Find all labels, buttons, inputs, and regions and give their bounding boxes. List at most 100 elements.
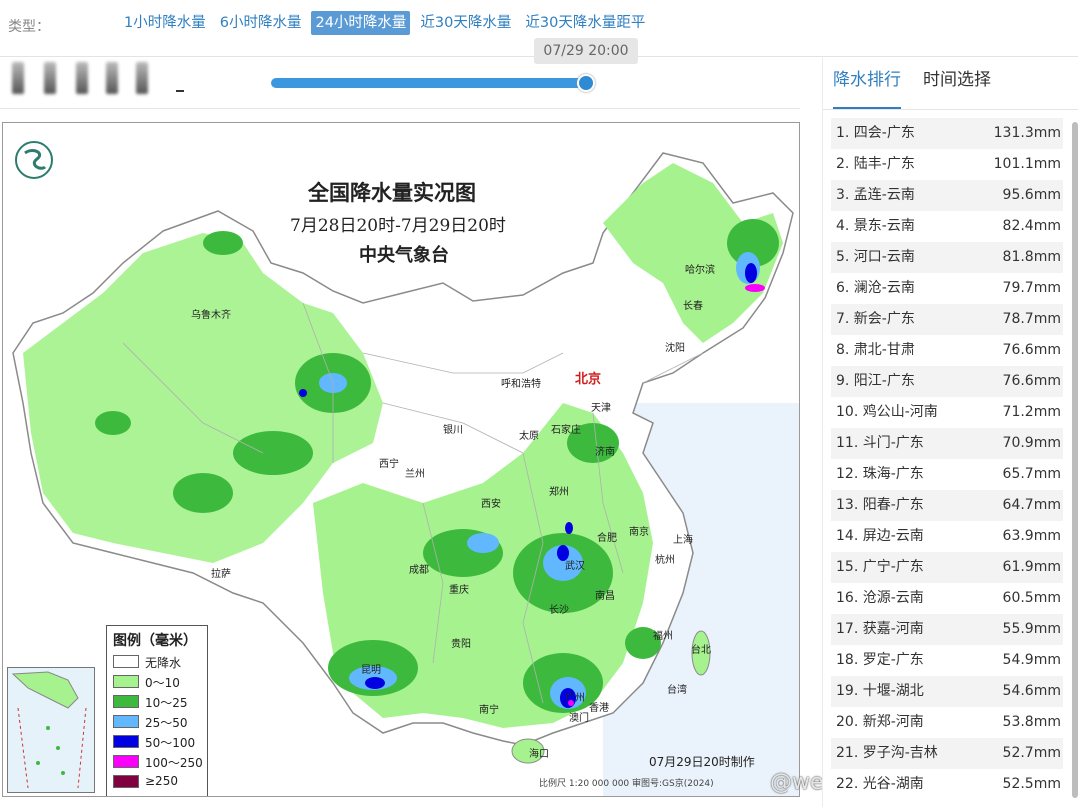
- tab-ranking[interactable]: 降水排行: [833, 58, 901, 110]
- ranking-row[interactable]: 12. 珠海-广东 65.7mm: [831, 459, 1063, 490]
- made-time: 07月29日20时制作: [649, 755, 755, 769]
- tab-6h-precip[interactable]: 6小时降水量: [216, 11, 306, 35]
- playback-thumbnails[interactable]: [8, 60, 188, 96]
- legend-swatch: [113, 715, 139, 728]
- city-label: 沈阳: [665, 343, 685, 354]
- divider: [823, 109, 1078, 110]
- city-label: 海口: [529, 749, 549, 760]
- ranking-row[interactable]: 19. 十堰-湖北 54.6mm: [831, 676, 1063, 707]
- ranking-row[interactable]: 3. 孟连-云南 95.6mm: [831, 180, 1063, 211]
- city-label: 银川: [443, 425, 463, 436]
- precip-value: 131.3mm: [993, 125, 1061, 141]
- ranking-row[interactable]: 21. 罗子沟-吉林 52.7mm: [831, 738, 1063, 769]
- ranking-row[interactable]: 11. 斗门-广东 70.9mm: [831, 428, 1063, 459]
- station-name: 14. 屏边-云南: [836, 528, 924, 544]
- ranking-tabs: 降水排行 时间选择: [833, 58, 991, 110]
- type-label: 类型：: [8, 19, 50, 35]
- ranking-row[interactable]: 18. 罗定-广东 54.9mm: [831, 645, 1063, 676]
- map-legend: 图例（毫米） 无降水 0～10 10～25 25～50 50～100 100～250 ≥25…: [106, 625, 208, 796]
- city-label: 香港: [589, 703, 609, 714]
- precip-value: 60.5mm: [1002, 590, 1061, 606]
- city-label: 太原: [519, 431, 539, 442]
- ranking-row[interactable]: 1. 四会-广东 131.3mm: [831, 118, 1063, 149]
- city-label: 台北: [691, 645, 711, 656]
- time-slider-handle[interactable]: [577, 74, 595, 92]
- legend-label: ≥250: [145, 774, 178, 788]
- precip-value: 71.2mm: [1002, 404, 1061, 420]
- precipitation-map[interactable]: 全国降水量实况图 7月28日20时-7月29日20时 中央气象台 哈尔滨 长春 …: [2, 122, 800, 797]
- tab-1h-precip[interactable]: 1小时降水量: [120, 11, 210, 35]
- ranking-row[interactable]: 22. 光谷-湖南 52.5mm: [831, 769, 1063, 800]
- ranking-row[interactable]: 15. 广宁-广东 61.9mm: [831, 552, 1063, 583]
- ranking-list: 1. 四会-广东 131.3mm 2. 陆丰-广东 101.1mm 3. 孟连-云南 95…: [831, 118, 1063, 800]
- tab-30d-precip[interactable]: 近30天降水量: [416, 11, 515, 35]
- station-name: 10. 鸡公山-河南: [836, 404, 938, 420]
- station-name: 15. 广宁-广东: [836, 559, 924, 575]
- ranking-row[interactable]: 6. 澜沧-云南 79.7mm: [831, 273, 1063, 304]
- ranking-row[interactable]: 9. 阳江-广东 76.6mm: [831, 366, 1063, 397]
- scrollbar[interactable]: [1072, 122, 1078, 798]
- city-label: 乌鲁木齐: [191, 310, 231, 321]
- tab-24h-precip[interactable]: 24小时降水量: [311, 11, 411, 35]
- precip-value: 78.7mm: [1002, 311, 1061, 327]
- legend-swatch: [113, 735, 139, 748]
- precip-value: 81.8mm: [1002, 249, 1061, 265]
- station-name: 18. 罗定-广东: [836, 652, 924, 668]
- ranking-row[interactable]: 16. 沧源-云南 60.5mm: [831, 583, 1063, 614]
- station-name: 6. 澜沧-云南: [836, 280, 915, 296]
- station-name: 4. 景东-云南: [836, 218, 915, 234]
- ranking-row[interactable]: 8. 肃北-甘肃 76.6mm: [831, 335, 1063, 366]
- thumbnail[interactable]: [12, 62, 24, 94]
- type-tabs: 1小时降水量 6小时降水量 24小时降水量 近30天降水量 近30天降水量距平: [120, 11, 649, 35]
- ranking-row[interactable]: 10. 鸡公山-河南 71.2mm: [831, 397, 1063, 428]
- ranking-row[interactable]: 20. 新郑-河南 53.8mm: [831, 707, 1063, 738]
- tab-time-select[interactable]: 时间选择: [923, 58, 991, 110]
- station-name: 1. 四会-广东: [836, 125, 915, 141]
- precip-value: 54.9mm: [1002, 652, 1061, 668]
- ranking-row[interactable]: 2. 陆丰-广东 101.1mm: [831, 149, 1063, 180]
- legend-label: 100～250: [145, 756, 203, 770]
- station-name: 3. 孟连-云南: [836, 187, 915, 203]
- thumbnail[interactable]: [106, 62, 118, 94]
- map-subtitle: 7月28日20时-7月29日20时: [290, 216, 506, 236]
- ranking-row[interactable]: 5. 河口-云南 81.8mm: [831, 242, 1063, 273]
- corner-mark: [176, 90, 184, 92]
- station-name: 12. 珠海-广东: [836, 466, 924, 482]
- precip-value: 64.7mm: [1002, 497, 1061, 513]
- ranking-row[interactable]: 4. 景东-云南 82.4mm: [831, 211, 1063, 242]
- legend-swatch: [113, 775, 139, 788]
- station-name: 20. 新郑-河南: [836, 714, 924, 730]
- city-label: 天津: [591, 403, 611, 414]
- precip-value: 61.9mm: [1002, 559, 1061, 575]
- station-name: 5. 河口-云南: [836, 249, 915, 265]
- ranking-row[interactable]: 7. 新会-广东 78.7mm: [831, 304, 1063, 335]
- ranking-row[interactable]: 13. 阳春-广东 64.7mm: [831, 490, 1063, 521]
- legend-title: 图例（毫米）: [113, 633, 197, 649]
- precipitation-page: 类型： 1小时降水量 6小时降水量 24小时降水量 近30天降水量 近30天降水…: [0, 0, 1078, 807]
- tab-30d-anomaly[interactable]: 近30天降水量距平: [521, 11, 649, 35]
- thumbnail[interactable]: [136, 62, 148, 94]
- city-label: 石家庄: [551, 425, 581, 436]
- south-china-sea-inset: [7, 667, 95, 793]
- city-label: 长春: [683, 301, 703, 312]
- cma-logo-icon: [15, 141, 53, 179]
- station-name: 21. 罗子沟-吉林: [836, 745, 938, 761]
- city-label: 南昌: [595, 591, 615, 602]
- station-name: 9. 阳江-广东: [836, 373, 915, 389]
- city-label: 杭州: [655, 555, 675, 566]
- legend-swatch: [113, 695, 139, 708]
- thumbnail[interactable]: [44, 62, 56, 94]
- city-label: 澳门: [569, 713, 589, 724]
- thumbnail[interactable]: [76, 62, 88, 94]
- ranking-row[interactable]: 14. 屏边-云南 63.9mm: [831, 521, 1063, 552]
- ranking-panel: 降水排行 时间选择 1. 四会-广东 131.3mm 2. 陆丰-广东 101.1mm…: [822, 58, 1078, 807]
- precip-value: 52.5mm: [1002, 776, 1061, 792]
- precip-value: 95.6mm: [1002, 187, 1061, 203]
- station-name: 11. 斗门-广东: [836, 435, 924, 451]
- city-label: 哈尔滨: [685, 265, 715, 276]
- city-label: 济南: [595, 447, 615, 458]
- station-name: 16. 沧源-云南: [836, 590, 924, 606]
- ranking-row[interactable]: 17. 获嘉-河南 55.9mm: [831, 614, 1063, 645]
- time-slider-track[interactable]: [271, 78, 589, 88]
- city-label: 台湾: [667, 685, 687, 696]
